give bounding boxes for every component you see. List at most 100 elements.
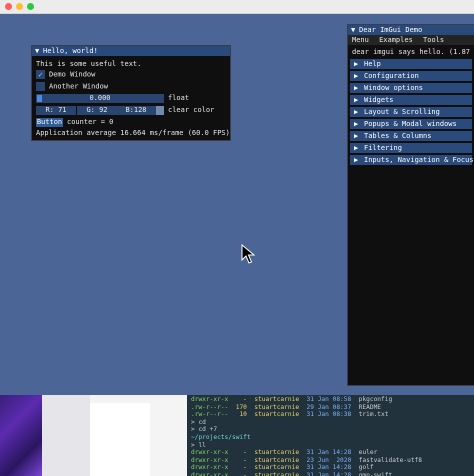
terminal-size: -	[228, 464, 247, 472]
header-label: Tables & Columns	[364, 132, 432, 140]
terminal-perm: .rw-r--r--	[191, 411, 229, 419]
header-window-options[interactable]: ▶ Window options	[350, 83, 472, 93]
header-layout-scrolling[interactable]: ▶ Layout & Scrolling	[350, 107, 472, 117]
terminal-date: 29 Jan 08:37	[299, 403, 352, 411]
hello-window-titlebar[interactable]: ▼ Hello, world!	[32, 46, 230, 56]
float-slider[interactable]: 0.000	[36, 94, 164, 103]
terminal-date: 31 Jan 14:28	[299, 449, 352, 457]
terminal-line: > cd	[191, 419, 470, 427]
demo-window-checkbox-row[interactable]: ✓ Demo Window	[36, 70, 95, 79]
terminal-perm: drwxr-xr-x	[191, 449, 229, 457]
terminal-date: 31 Jan 08:58	[299, 396, 352, 403]
hello-window-title: Hello, world!	[43, 47, 98, 55]
terminal-date: 23 Jun 2020	[299, 456, 352, 464]
another-window-checkbox[interactable]	[36, 82, 45, 91]
terminal-filename: pkgconfig	[351, 396, 393, 403]
header-label: Configuration	[364, 72, 419, 80]
color-b-field[interactable]: B:128	[116, 106, 156, 115]
terminal-size: -	[228, 396, 247, 403]
terminal-command: > cd	[191, 418, 206, 426]
terminal-size: 10	[228, 411, 247, 419]
terminal-user: stuartcarnie	[246, 396, 300, 403]
terminal-user: stuartcarnie	[246, 403, 300, 411]
counter-text: counter = 0	[67, 118, 114, 126]
terminal-filename: gmp-swift	[351, 471, 393, 476]
terminal-line: .rw-r--r-- 10 stuartcarnie 31 Jan 08:38 …	[191, 411, 470, 419]
window-titlebar	[0, 0, 474, 14]
header-widgets[interactable]: ▶ Widgets	[350, 95, 472, 105]
terminal-user: stuartcarnie	[246, 464, 300, 472]
terminal-size: 170	[228, 403, 247, 411]
color-g-field[interactable]: G: 92	[77, 106, 117, 115]
terminal-command: > ll	[191, 441, 206, 449]
terminal-size: -	[228, 456, 247, 464]
terminal-line: ~/projects/swift	[191, 434, 470, 442]
menu-menu[interactable]: Menu	[352, 36, 369, 44]
float-label: float	[168, 94, 190, 102]
header-help[interactable]: ▶ Help	[350, 59, 472, 69]
background-window-2[interactable]	[90, 403, 150, 476]
terminal-window[interactable]: drwxr-xr-x - stuartcarnie 31 Jan 08:58 p…	[187, 395, 474, 476]
zoom-window-button[interactable]	[27, 3, 34, 10]
increment-button[interactable]: Button	[36, 118, 63, 127]
demo-window-checkbox[interactable]: ✓	[36, 70, 45, 79]
header-label: Widgets	[364, 96, 394, 104]
expand-arrow-icon: ▶	[354, 156, 359, 164]
color-r-field[interactable]: R: 71	[36, 106, 76, 115]
mouse-pointer-icon	[241, 244, 255, 264]
another-window-label: Another Window	[49, 82, 109, 91]
header-label: Layout & Scrolling	[364, 108, 440, 116]
terminal-line: drwxr-xr-x - stuartcarnie 31 Jan 14:28 e…	[191, 449, 470, 457]
expand-arrow-icon: ▶	[354, 120, 359, 128]
terminal-date: 31 Jan 14:28	[299, 464, 352, 472]
demo-window-titlebar[interactable]: ▼ Dear ImGui Demo	[348, 25, 474, 35]
desktop-wallpaper	[0, 395, 42, 476]
expand-arrow-icon: ▶	[354, 144, 359, 152]
demo-window-label: Demo Window	[49, 70, 96, 79]
header-configuration[interactable]: ▶ Configuration	[350, 71, 472, 81]
terminal-filename: README	[351, 403, 382, 411]
menu-examples[interactable]: Examples	[379, 36, 413, 44]
close-window-button[interactable]	[5, 3, 12, 10]
header-label: Filtering	[364, 144, 402, 152]
terminal-perm: drwxr-xr-x	[191, 396, 229, 403]
terminal-command: > cd +7	[191, 426, 218, 434]
expand-arrow-icon: ▶	[354, 96, 359, 104]
terminal-filename: fastvalidate-utf8	[351, 456, 422, 464]
demo-menubar: Menu Examples Tools	[348, 35, 474, 45]
collapse-triangle-icon[interactable]: ▼	[35, 46, 43, 56]
header-filtering[interactable]: ▶ Filtering	[350, 143, 472, 153]
framerate-text: Application average 16.664 ms/frame (60.…	[36, 129, 230, 137]
expand-arrow-icon: ▶	[354, 60, 359, 68]
desktop-strip: drwxr-xr-x - stuartcarnie 31 Jan 08:58 p…	[0, 395, 474, 476]
imgui-demo-window[interactable]: ▼ Dear ImGui Demo Menu Examples Tools dea…	[347, 24, 474, 386]
header-label: Window options	[364, 84, 424, 92]
header-inputs-navigation[interactable]: ▶ Inputs, Navigation & Focus	[350, 155, 474, 165]
menu-tools[interactable]: Tools	[423, 36, 444, 44]
expand-arrow-icon: ▶	[354, 72, 359, 80]
header-label: Popups & Modal windows	[364, 120, 457, 128]
background-window[interactable]	[42, 395, 90, 476]
collapse-triangle-icon[interactable]: ▼	[351, 25, 359, 35]
terminal-size: -	[228, 449, 247, 457]
minimize-window-button[interactable]	[16, 3, 23, 10]
header-label: Help	[364, 60, 381, 68]
terminal-filename: golf	[351, 464, 374, 472]
terminal-command: ~/projects/swift	[191, 433, 251, 441]
header-popups-modal[interactable]: ▶ Popups & Modal windows	[350, 119, 472, 129]
terminal-user: stuartcarnie	[246, 471, 300, 476]
expand-arrow-icon: ▶	[354, 132, 359, 140]
demo-window-title: Dear ImGui Demo	[359, 26, 423, 34]
terminal-user: stuartcarnie	[246, 456, 300, 464]
header-tables-columns[interactable]: ▶ Tables & Columns	[350, 131, 472, 141]
terminal-line: > cd +7	[191, 426, 470, 434]
terminal-filename: trim.txt	[351, 411, 389, 419]
terminal-user: stuartcarnie	[246, 449, 300, 457]
useful-text: This is some useful text.	[36, 60, 142, 68]
terminal-line: drwxr-xr-x - stuartcarnie 31 Jan 14:28 g…	[191, 464, 470, 472]
another-window-checkbox-row[interactable]: Another Window	[36, 82, 108, 91]
clear-color-swatch[interactable]	[156, 106, 164, 115]
terminal-line: > ll	[191, 442, 470, 450]
terminal-perm: drwxr-xr-x	[191, 464, 229, 472]
hello-world-window[interactable]: ▼ Hello, world! This is some useful text.…	[31, 45, 231, 141]
